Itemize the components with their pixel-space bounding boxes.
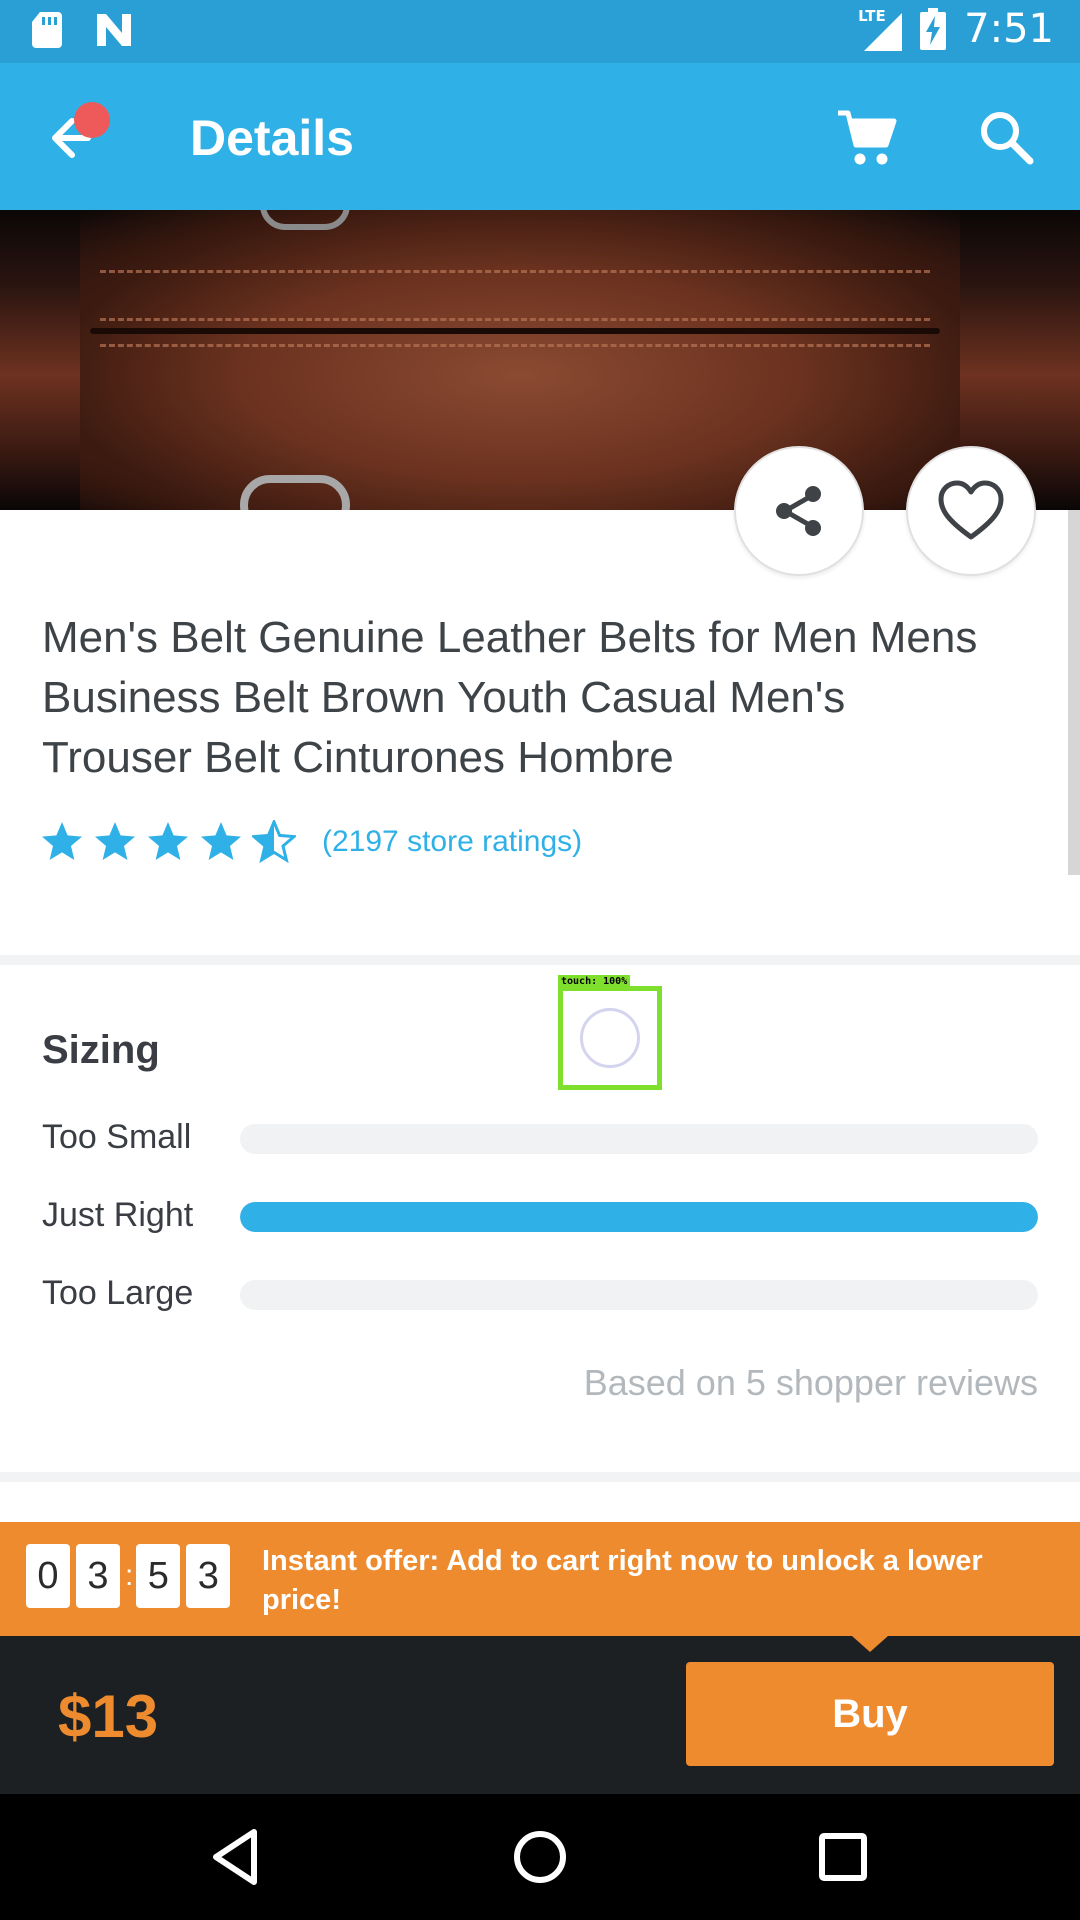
n-notification-icon xyxy=(97,14,131,46)
size-row-too-large: Too Large xyxy=(42,1274,1038,1314)
buckle-bottom xyxy=(240,475,350,510)
timer-digit: 3 xyxy=(76,1544,120,1608)
instant-offer-banner[interactable]: 0 3 : 5 3 Instant offer: Add to cart rig… xyxy=(0,1522,1080,1636)
star-full-icon xyxy=(201,822,241,860)
favorite-button[interactable] xyxy=(906,446,1036,576)
timer-separator: : xyxy=(125,1559,134,1592)
size-label: Too Small xyxy=(42,1118,192,1156)
size-row-too-small: Too Small xyxy=(42,1118,1038,1158)
square-recents-icon xyxy=(819,1833,867,1881)
page-title: Details xyxy=(190,110,354,166)
heart-icon xyxy=(938,480,1004,540)
search-icon xyxy=(981,112,1034,165)
search-button[interactable] xyxy=(976,107,1036,167)
size-bar xyxy=(240,1202,1038,1232)
size-bar xyxy=(240,1280,1038,1310)
size-bar-fill xyxy=(240,1202,1038,1232)
size-label: Too Large xyxy=(42,1274,194,1312)
nav-recents-button[interactable] xyxy=(810,1824,876,1890)
size-label: Just Right xyxy=(42,1196,194,1234)
size-row-just-right: Just Right xyxy=(42,1196,1038,1236)
nav-back-button[interactable] xyxy=(204,1824,270,1890)
price: $13 xyxy=(58,1683,159,1750)
buy-button[interactable]: Buy xyxy=(686,1662,1054,1766)
battery-charging-icon xyxy=(920,8,947,50)
star-full-icon xyxy=(95,822,135,860)
star-full-icon xyxy=(148,822,188,860)
clock: 7:51 xyxy=(964,6,1054,52)
section-divider xyxy=(0,955,1080,965)
countdown-timer: 0 3 : 5 3 xyxy=(26,1544,236,1608)
share-icon xyxy=(776,486,821,536)
triangle-back-icon xyxy=(213,1829,257,1885)
timer-digit: 3 xyxy=(186,1544,231,1608)
belt-stitch xyxy=(100,318,930,322)
nav-home-button[interactable] xyxy=(507,1824,573,1890)
belt-edge xyxy=(90,328,940,334)
review-basis-text: Based on 5 shopper reviews xyxy=(583,1362,1038,1403)
section-divider xyxy=(0,1472,1080,1482)
star-full-icon xyxy=(42,822,82,860)
buy-bar: $13 Buy xyxy=(0,1636,1080,1794)
buckle-top xyxy=(260,210,350,230)
status-bar: LTE 7:51 xyxy=(0,0,1080,63)
timer-digit: 5 xyxy=(136,1544,181,1608)
timer-digit: 0 xyxy=(26,1544,70,1608)
sizing-title: Sizing xyxy=(42,1028,160,1072)
signal-icon: LTE xyxy=(858,7,903,51)
rating-count-link[interactable]: (2197 store ratings) xyxy=(322,825,582,859)
scrollbar[interactable] xyxy=(1068,510,1080,875)
product-image[interactable] xyxy=(0,210,1080,510)
sd-card-icon xyxy=(32,12,62,48)
app-bar: Details xyxy=(0,63,1080,210)
rating-row[interactable]: (2197 store ratings) xyxy=(40,820,582,864)
notification-dot xyxy=(74,102,110,138)
belt-stitch xyxy=(100,344,930,348)
rating-stars xyxy=(40,820,296,864)
network-type: LTE xyxy=(858,7,886,25)
offer-pointer xyxy=(852,1636,888,1652)
product-title: Men's Belt Genuine Leather Belts for Men… xyxy=(42,613,978,782)
size-bar xyxy=(240,1124,1038,1154)
system-nav-bar xyxy=(0,1794,1080,1920)
share-button[interactable] xyxy=(734,446,864,576)
circle-home-icon xyxy=(514,1831,566,1883)
touch-point xyxy=(580,1008,640,1068)
cart-button[interactable] xyxy=(836,107,898,169)
star-half-icon xyxy=(252,820,296,864)
cart-icon xyxy=(838,110,897,165)
offer-text: Instant offer: Add to cart right now to … xyxy=(262,1545,983,1616)
belt-stitch xyxy=(100,270,930,274)
